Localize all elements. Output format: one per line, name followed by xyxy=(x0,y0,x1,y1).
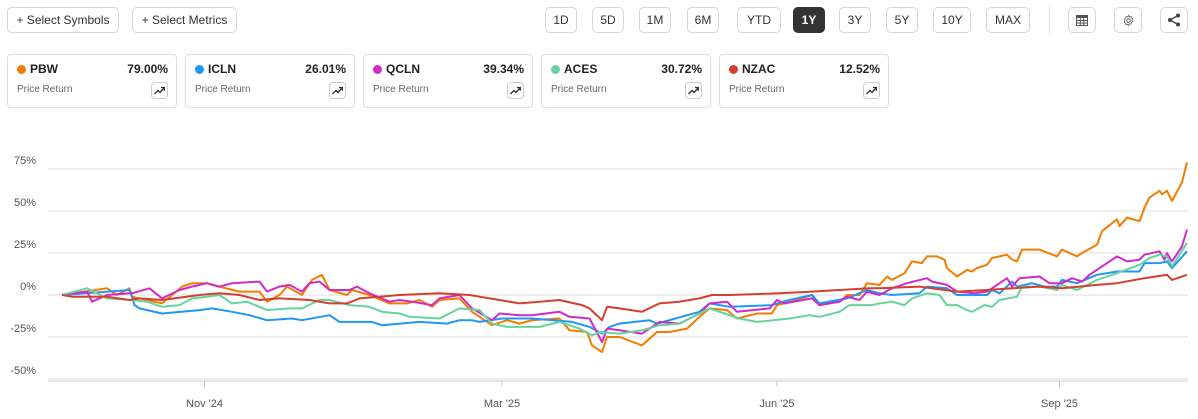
trending-up-icon xyxy=(866,86,877,95)
table-icon xyxy=(1076,14,1088,26)
metric-label: Price Return xyxy=(551,84,607,95)
chart-type-button[interactable] xyxy=(863,82,880,99)
select-symbols-button[interactable]: + Select Symbols xyxy=(7,7,119,33)
toolbar-divider xyxy=(1049,7,1050,33)
y-tick-label: -25% xyxy=(10,323,36,335)
range-button-10y[interactable]: 10Y xyxy=(933,7,971,33)
symbol-card-nzac[interactable]: NZAC 12.52% Price Return xyxy=(719,54,889,108)
y-tick-label: 50% xyxy=(14,197,36,209)
series-color-dot xyxy=(17,65,26,74)
x-tick-label: Nov '24 xyxy=(186,398,223,410)
symbol-label[interactable]: PBW xyxy=(30,62,58,76)
symbol-label[interactable]: NZAC xyxy=(742,62,775,76)
range-button-ytd[interactable]: YTD xyxy=(737,7,781,33)
return-value: 39.34% xyxy=(483,62,524,76)
return-value: 12.52% xyxy=(839,62,880,76)
share-icon xyxy=(1168,13,1180,27)
series-color-dot xyxy=(373,65,382,74)
y-tick-label: -50% xyxy=(10,365,36,377)
trending-up-icon xyxy=(688,86,699,95)
chart-type-button[interactable] xyxy=(329,82,346,99)
range-button-6m[interactable]: 6M xyxy=(687,7,719,33)
range-button-3y[interactable]: 3Y xyxy=(839,7,871,33)
share-button[interactable] xyxy=(1160,7,1188,33)
symbol-card-aces[interactable]: ACES 30.72% Price Return xyxy=(541,54,711,108)
settings-button[interactable] xyxy=(1114,7,1142,33)
metric-label: Price Return xyxy=(729,84,785,95)
series-line-aces[interactable] xyxy=(61,242,1188,337)
metric-label: Price Return xyxy=(373,84,429,95)
y-tick-label: 0% xyxy=(20,281,36,293)
gear-icon xyxy=(1123,14,1133,27)
chart-type-button[interactable] xyxy=(151,82,168,99)
return-value: 30.72% xyxy=(661,62,702,76)
metric-label: Price Return xyxy=(17,84,73,95)
y-tick-label: 25% xyxy=(14,239,36,251)
range-button-1m[interactable]: 1M xyxy=(639,7,671,33)
series-line-pbw[interactable] xyxy=(61,162,1188,354)
series-color-dot xyxy=(729,65,738,74)
series-color-dot xyxy=(551,65,560,74)
x-tick-label: Mar '25 xyxy=(484,398,520,410)
select-metrics-button[interactable]: + Select Metrics xyxy=(132,7,237,33)
trending-up-icon xyxy=(332,86,343,95)
symbol-card-qcln[interactable]: QCLN 39.34% Price Return xyxy=(363,54,533,108)
symbol-card-icln[interactable]: ICLN 26.01% Price Return xyxy=(185,54,355,108)
chart-type-button[interactable] xyxy=(685,82,702,99)
chart-type-button[interactable] xyxy=(507,82,524,99)
trending-up-icon xyxy=(510,86,521,95)
symbol-card-pbw[interactable]: PBW 79.00% Price Return xyxy=(7,54,177,108)
range-button-5d[interactable]: 5D xyxy=(592,7,624,33)
range-button-1d[interactable]: 1D xyxy=(545,7,577,33)
trending-up-icon xyxy=(154,86,165,95)
range-button-1y[interactable]: 1Y xyxy=(793,7,825,33)
series-line-qcln[interactable] xyxy=(61,229,1188,343)
symbol-label[interactable]: QCLN xyxy=(386,62,420,76)
series-line-icln[interactable] xyxy=(61,250,1188,335)
return-value: 26.01% xyxy=(305,62,346,76)
range-button-5y[interactable]: 5Y xyxy=(886,7,918,33)
series-color-dot xyxy=(195,65,204,74)
symbol-label[interactable]: ICLN xyxy=(208,62,236,76)
series-line-nzac[interactable] xyxy=(61,273,1188,322)
symbol-label[interactable]: ACES xyxy=(564,62,597,76)
range-button-max[interactable]: MAX xyxy=(986,7,1030,33)
x-tick-label: Jun '25 xyxy=(759,398,794,410)
x-tick-label: Sep '25 xyxy=(1041,398,1078,410)
metric-label: Price Return xyxy=(195,84,251,95)
table-view-button[interactable] xyxy=(1068,7,1096,33)
y-tick-label: 75% xyxy=(14,155,36,167)
return-value: 79.00% xyxy=(127,62,168,76)
